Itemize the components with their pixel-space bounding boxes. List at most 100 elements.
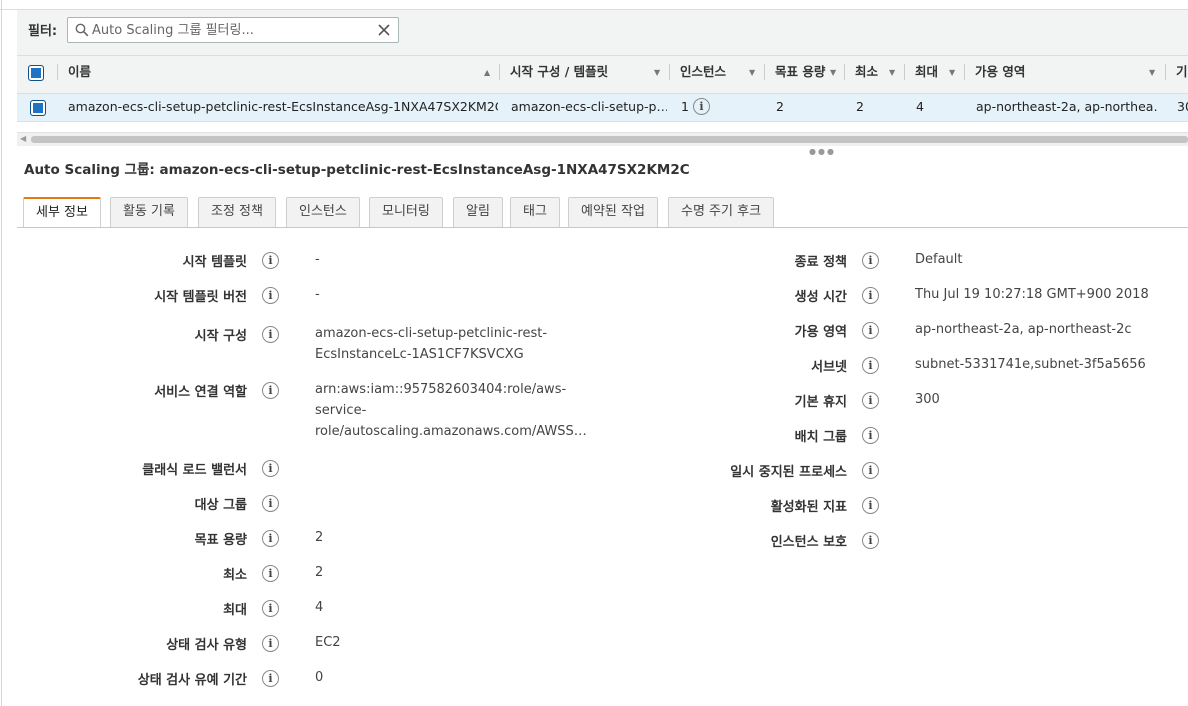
tab-tags[interactable]: 태그 <box>510 197 560 227</box>
filter-bar: 필터: <box>17 10 1188 56</box>
info-icon[interactable]: i <box>262 460 279 477</box>
filter-input[interactable] <box>92 20 372 40</box>
field-value-created-time: Thu Jul 19 10:27:18 GMT+900 2018 <box>915 287 1149 302</box>
cell-name: amazon-ecs-cli-setup-petclinic-rest-EcsI… <box>68 99 498 114</box>
info-icon[interactable]: i <box>262 382 279 399</box>
field-value-health-check-grace: 0 <box>315 670 324 685</box>
search-icon <box>75 23 89 37</box>
info-icon[interactable]: i <box>262 530 279 547</box>
field-value-service-linked-role: arn:aws:iam::957582603404:role/aws- <box>315 382 567 397</box>
chevron-down-icon[interactable]: ▼ <box>830 68 836 77</box>
field-label-placement-group: 배치 그룹 <box>794 430 847 445</box>
tab-scheduled-actions[interactable]: 예약된 작업 <box>568 197 658 227</box>
chevron-down-icon[interactable]: ▼ <box>949 68 955 77</box>
field-label-launch-template-version: 시작 템플릿 버전 <box>154 290 247 305</box>
info-icon[interactable]: i <box>693 98 710 115</box>
cell-launch: amazon-ecs-cli-setup-p… <box>511 99 667 114</box>
info-icon[interactable]: i <box>862 497 879 514</box>
horizontal-scrollbar[interactable]: ◀ <box>17 132 1188 146</box>
chevron-down-icon[interactable]: ▼ <box>889 68 895 77</box>
field-label-service-linked-role: 서비스 연결 역할 <box>154 385 247 400</box>
field-label-classic-lb: 클래식 로드 밸런서 <box>142 463 247 478</box>
top-border <box>0 0 1188 10</box>
field-label-suspended-processes: 일시 중지된 프로세스 <box>730 465 847 480</box>
field-value-launch-config-2: EcsInstanceLc-1AS1CF7KSVCXG <box>315 347 524 362</box>
tab-details[interactable]: 세부 정보 <box>23 197 101 228</box>
field-label-launch-template: 시작 템플릿 <box>182 255 247 270</box>
tab-notifications[interactable]: 알림 <box>453 197 503 227</box>
field-value-launch-template-version: - <box>315 287 320 302</box>
info-icon[interactable]: i <box>862 532 879 549</box>
field-label-target-groups: 대상 그룹 <box>194 498 247 513</box>
field-label-default-cooldown: 기본 휴지 <box>794 395 847 410</box>
info-icon[interactable]: i <box>862 322 879 339</box>
field-label-created-time: 생성 시간 <box>794 290 847 305</box>
info-icon[interactable]: i <box>262 670 279 687</box>
info-icon[interactable]: i <box>262 252 279 269</box>
tab-scaling-policies[interactable]: 조정 정책 <box>198 197 276 227</box>
field-label-min: 최소 <box>223 568 247 583</box>
tab-lifecycle-hooks[interactable]: 수명 주기 후크 <box>668 197 775 227</box>
field-value-min: 2 <box>315 565 324 580</box>
info-icon[interactable]: i <box>862 427 879 444</box>
field-label-health-check-type: 상태 검사 유형 <box>166 638 247 653</box>
table-row[interactable]: amazon-ecs-cli-setup-petclinic-rest-EcsI… <box>17 94 1188 122</box>
tabs-divider <box>17 227 1188 228</box>
field-label-launch-config: 시작 구성 <box>194 329 247 344</box>
field-value-subnets: subnet-5331741e,subnet-3f5a5656 <box>915 357 1146 372</box>
tab-activity-history[interactable]: 활동 기록 <box>110 197 188 227</box>
info-icon[interactable]: i <box>862 252 879 269</box>
field-label-termination-policy: 종료 정책 <box>794 255 847 270</box>
filter-box[interactable] <box>67 17 399 43</box>
col-header-az[interactable]: 가용 영역 <box>964 56 1164 94</box>
sort-asc-icon[interactable]: ▲ <box>484 68 490 77</box>
col-header-name[interactable]: 이름 <box>57 56 497 94</box>
select-all-checkbox[interactable] <box>28 65 44 81</box>
field-label-enabled-metrics: 활성화된 지표 <box>770 500 847 515</box>
info-icon[interactable]: i <box>862 462 879 479</box>
field-label-health-check-grace: 상태 검사 유예 기간 <box>137 673 247 688</box>
info-icon[interactable]: i <box>262 287 279 304</box>
cell-desired: 2 <box>776 99 784 114</box>
filter-label: 필터: <box>28 24 58 39</box>
row-checkbox[interactable] <box>30 100 46 116</box>
tab-instances[interactable]: 인스턴스 <box>286 197 360 227</box>
info-icon[interactable]: i <box>262 495 279 512</box>
field-value-default-cooldown: 300 <box>915 392 940 407</box>
cell-min: 2 <box>856 99 864 114</box>
field-value-launch-config: amazon-ecs-cli-setup-petclinic-rest- <box>315 326 548 341</box>
chevron-down-icon[interactable]: ▼ <box>654 68 660 77</box>
field-value-desired-capacity: 2 <box>315 530 324 545</box>
scroll-left-icon[interactable]: ◀ <box>20 134 26 143</box>
field-value-termination-policy: Default <box>915 252 963 267</box>
field-label-desired-capacity: 목표 용량 <box>194 533 247 548</box>
chevron-down-icon[interactable]: ▼ <box>1149 68 1155 77</box>
col-header-launch[interactable]: 시작 구성 / 템플릿 <box>499 56 671 94</box>
table-header: 이름 ▲ 시작 구성 / 템플릿 ▼ 인스턴스 ▼ 목표 용량 ▼ 최소 ▼ 최… <box>17 56 1188 94</box>
field-value-service-linked-role-2: service- <box>315 403 367 418</box>
cell-extra: 30 <box>1177 99 1188 114</box>
field-value-launch-template: - <box>315 252 320 267</box>
info-icon[interactable]: i <box>862 287 879 304</box>
field-value-service-linked-role-3: role/autoscaling.amazonaws.com/AWSS… <box>315 424 587 439</box>
detail-title: Auto Scaling 그룹: amazon-ecs-cli-setup-pe… <box>24 162 690 178</box>
info-icon[interactable]: i <box>862 357 879 374</box>
field-label-max: 최대 <box>223 603 247 618</box>
scrollbar-thumb[interactable] <box>31 136 1188 143</box>
field-value-availability-zones: ap-northeast-2a, ap-northeast-2c <box>915 322 1132 337</box>
info-icon[interactable]: i <box>262 326 279 343</box>
info-icon[interactable]: i <box>262 565 279 582</box>
info-icon[interactable]: i <box>262 600 279 617</box>
info-icon[interactable]: i <box>262 635 279 652</box>
left-border <box>1 0 2 706</box>
clear-filter-icon[interactable] <box>377 23 391 37</box>
cell-az: ap-northeast-2a, ap-northea… <box>976 99 1158 114</box>
col-header-extra[interactable]: 기 <box>1165 56 1188 94</box>
tab-monitoring[interactable]: 모니터링 <box>369 197 443 227</box>
info-icon[interactable]: i <box>862 392 879 409</box>
field-value-health-check-type: EC2 <box>315 635 341 650</box>
field-label-availability-zones: 가용 영역 <box>794 325 847 340</box>
resize-handle[interactable]: ●●● <box>809 147 836 156</box>
field-label-instance-protection: 인스턴스 보호 <box>770 535 847 550</box>
chevron-down-icon[interactable]: ▼ <box>749 68 755 77</box>
